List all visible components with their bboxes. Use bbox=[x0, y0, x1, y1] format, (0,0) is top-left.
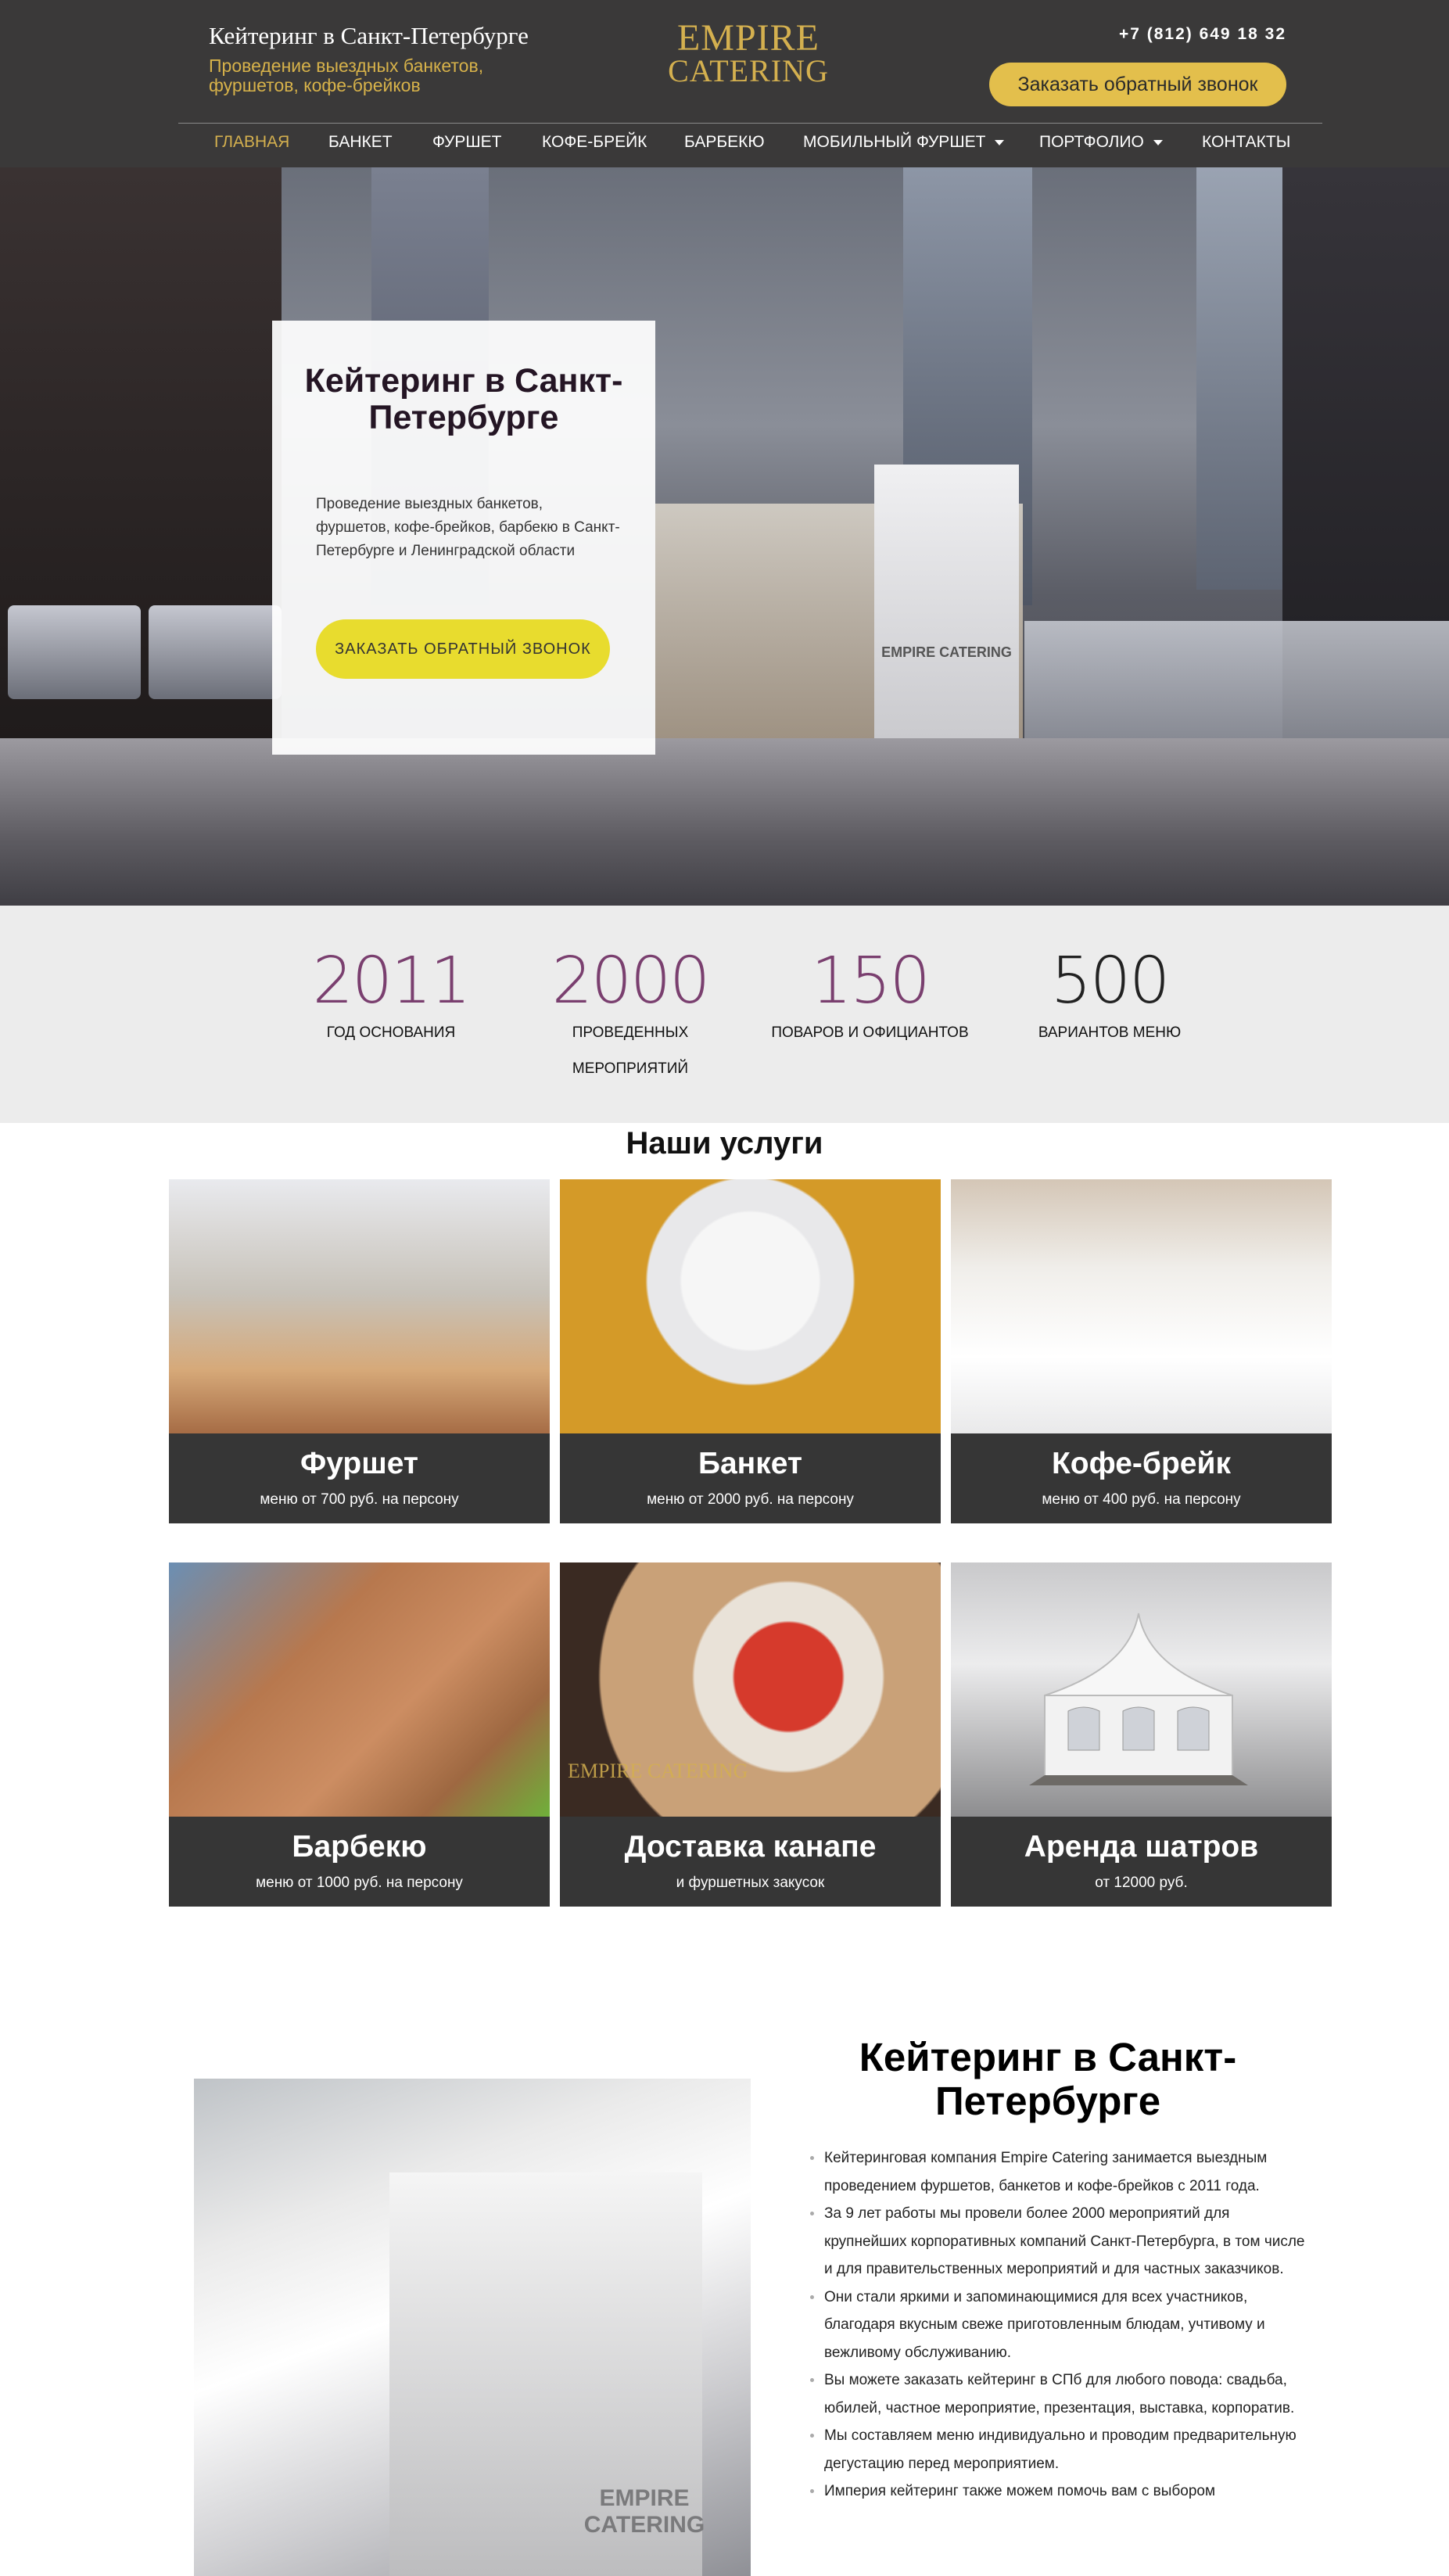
nav-item-label: КОНТАКТЫ bbox=[1202, 133, 1291, 151]
nav-item-label: КОФЕ-БРЕЙК bbox=[542, 133, 647, 151]
stat-value: 2000 bbox=[551, 944, 711, 1018]
stat-value: 150 bbox=[811, 944, 931, 1018]
about-title: Кейтеринг в Санкт-Петербурге bbox=[859, 2035, 1237, 2123]
stat-label: ВАРИАНТОВ МЕНЮ bbox=[1038, 1024, 1182, 1041]
stat-events: 2000 ПРОВЕДЕННЫХ МЕРОПРИЯТИЙ bbox=[529, 946, 732, 1087]
stat-value: 2011 bbox=[312, 944, 472, 1018]
service-name: Барбекю bbox=[292, 1830, 427, 1864]
nav-item-label: ГЛАВНАЯ bbox=[214, 133, 290, 151]
logo-line2: CATERING bbox=[668, 53, 829, 88]
service-image: EMPIRE CATERING bbox=[560, 1562, 941, 1817]
service-price: меню от 400 руб. на персону bbox=[1042, 1491, 1241, 1508]
service-panel: Доставка канапе и фуршетных закусок bbox=[560, 1817, 941, 1907]
hero-callback-button[interactable]: ЗАКАЗАТЬ ОБРАТНЫЙ ЗВОНОК bbox=[316, 619, 610, 679]
service-card-banquet[interactable]: Банкет меню от 2000 руб. на персону bbox=[560, 1179, 941, 1523]
logo-line1: EMPIRE bbox=[676, 17, 820, 59]
stat-label: ПОВАРОВ И ОФИЦИАНТОВ bbox=[771, 1024, 969, 1041]
list-item: Вы можете заказать кейтеринг в СПб для л… bbox=[810, 2366, 1311, 2422]
nav-item-contacts[interactable]: КОНТАКТЫ bbox=[1202, 133, 1290, 152]
service-price: меню от 1000 руб. на персону bbox=[256, 1875, 463, 1891]
logo[interactable]: EMPIRE CATERING bbox=[666, 17, 830, 88]
service-card-canape[interactable]: EMPIRE CATERING Доставка канапе и фуршет… bbox=[560, 1562, 941, 1907]
service-card-coffee-break[interactable]: Кофе-брейк меню от 400 руб. на персону bbox=[951, 1179, 1332, 1523]
hero-card: Кейтеринг в Санкт-Петербурге Проведение … bbox=[272, 321, 655, 755]
stat-staff: 150 ПОВАРОВ И ОФИЦИАНТОВ bbox=[766, 946, 974, 1051]
hero-catering-stand bbox=[874, 465, 1019, 754]
service-image bbox=[169, 1562, 550, 1817]
nav-item-mobile-buffet[interactable]: МОБИЛЬНЫЙ ФУРШЕТ bbox=[803, 133, 1005, 152]
service-panel: Банкет меню от 2000 руб. на персону bbox=[560, 1433, 941, 1523]
hero-chafing-dish bbox=[8, 605, 141, 699]
nav-divider bbox=[178, 123, 1322, 124]
nav-item-label: МОБИЛЬНЫЙ ФУРШЕТ bbox=[803, 133, 986, 151]
hero-description: Проведение выездных банкетов, фуршетов, … bbox=[316, 496, 620, 559]
service-panel: Кофе-брейк меню от 400 руб. на персону bbox=[951, 1433, 1332, 1523]
list-item: Мы составляем меню индивидуально и прово… bbox=[810, 2422, 1311, 2477]
chevron-down-icon bbox=[1153, 139, 1163, 145]
about-image: EMPIRE CATERING bbox=[194, 2079, 751, 2576]
nav-item-label: ФУРШЕТ bbox=[432, 133, 502, 151]
service-image bbox=[169, 1179, 550, 1433]
chevron-down-icon bbox=[995, 139, 1005, 145]
stat-value: 500 bbox=[1050, 944, 1171, 1018]
stats-section: 2011 ГОД ОСНОВАНИЯ 2000 ПРОВЕДЕННЫХ МЕРО… bbox=[0, 906, 1449, 1123]
about-list: Кейтеринговая компания Empire Catering з… bbox=[810, 2144, 1311, 2506]
service-price: и фуршетных закусок bbox=[676, 1875, 825, 1891]
tent-illustration bbox=[1029, 1613, 1248, 1785]
service-image bbox=[560, 1179, 941, 1433]
list-item: Они стали яркими и запоминающимися для в… bbox=[810, 2284, 1311, 2367]
services-title: Наши услуги bbox=[626, 1126, 823, 1161]
nav-item-label: БАРБЕКЮ bbox=[684, 133, 765, 151]
service-panel: Барбекю меню от 1000 руб. на персону bbox=[169, 1817, 550, 1907]
list-item: Кейтеринговая компания Empire Catering з… bbox=[810, 2144, 1311, 2200]
hero-glassware bbox=[1024, 621, 1449, 754]
about-stand-label: EMPIRE CATERING bbox=[583, 2485, 705, 2538]
service-name: Доставка канапе bbox=[624, 1830, 877, 1864]
stat-label: ПРОВЕДЕННЫХ МЕРОПРИЯТИЙ bbox=[572, 1024, 689, 1077]
service-name: Банкет bbox=[698, 1447, 803, 1480]
service-name: Фуршет bbox=[299, 1447, 419, 1480]
hero-stand-label: EMPIRE CATERING bbox=[881, 644, 1012, 660]
nav-item-coffee-break[interactable]: КОФЕ-БРЕЙК bbox=[542, 133, 647, 152]
main-nav: ГЛАВНАЯ БАНКЕТ ФУРШЕТ КОФЕ-БРЕЙК БАРБЕКЮ… bbox=[178, 133, 1322, 161]
service-name: Кофе-брейк bbox=[1051, 1447, 1231, 1480]
nav-item-banquet[interactable]: БАНКЕТ bbox=[328, 133, 393, 152]
list-item: Империя кейтеринг также можем помочь вам… bbox=[810, 2477, 1311, 2506]
service-card-bbq[interactable]: Барбекю меню от 1000 руб. на персону bbox=[169, 1562, 550, 1907]
nav-item-bbq[interactable]: БАРБЕКЮ bbox=[684, 133, 765, 152]
logo-watermark: EMPIRE CATERING bbox=[568, 1760, 748, 1782]
site-header: Кейтеринг в Санкт-Петербурге Проведение … bbox=[0, 0, 1449, 167]
hero-banner: EMPIRE CATERING bbox=[0, 167, 1449, 906]
service-price: меню от 700 руб. на персону bbox=[260, 1491, 459, 1508]
brand-subtitle: Проведение выездных банкетов, фуршетов, … bbox=[209, 56, 484, 95]
nav-item-buffet[interactable]: ФУРШЕТ bbox=[432, 133, 501, 152]
service-panel: Фуршет меню от 700 руб. на персону bbox=[169, 1433, 550, 1523]
stat-label: ГОД ОСНОВАНИЯ bbox=[326, 1024, 456, 1041]
service-image bbox=[951, 1179, 1332, 1433]
hero-title: Кейтеринг в Санкт-Петербурге bbox=[304, 362, 623, 436]
phone-link[interactable]: +7 (812) 649 18 32 bbox=[1079, 25, 1286, 44]
nav-item-home[interactable]: ГЛАВНАЯ bbox=[214, 133, 289, 152]
hero-table bbox=[0, 738, 1449, 906]
service-image bbox=[951, 1562, 1332, 1817]
service-card-tents[interactable]: Аренда шатров от 12000 руб. bbox=[951, 1562, 1332, 1907]
nav-item-label: БАНКЕТ bbox=[328, 133, 393, 151]
brand-title[interactable]: Кейтеринг в Санкт-Петербурге bbox=[209, 22, 529, 50]
service-panel: Аренда шатров от 12000 руб. bbox=[951, 1817, 1332, 1907]
service-price: от 12000 руб. bbox=[1095, 1875, 1188, 1891]
list-item: За 9 лет работы мы провели более 2000 ме… bbox=[810, 2200, 1311, 2284]
hero-chafing-dish bbox=[149, 605, 282, 699]
callback-button[interactable]: Заказать обратный звонок bbox=[989, 63, 1286, 106]
service-price: меню от 2000 руб. на персону bbox=[647, 1491, 854, 1508]
stat-menus: 500 ВАРИАНТОВ МЕНЮ bbox=[1008, 946, 1211, 1051]
service-name: Аренда шатров bbox=[1024, 1830, 1259, 1864]
nav-item-label: ПОРТФОЛИО bbox=[1039, 133, 1144, 151]
stat-founded: 2011 ГОД ОСНОВАНИЯ bbox=[289, 946, 493, 1051]
service-card-buffet[interactable]: Фуршет меню от 700 руб. на персону bbox=[169, 1179, 550, 1523]
nav-item-portfolio[interactable]: ПОРТФОЛИО bbox=[1039, 133, 1163, 152]
